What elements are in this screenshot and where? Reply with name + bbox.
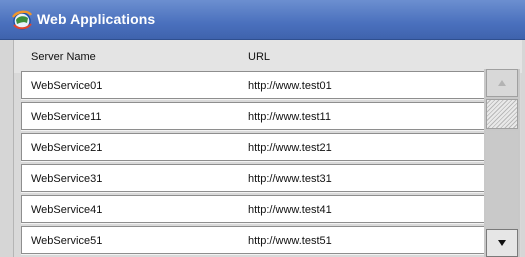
url-cell: http://www.test31: [248, 173, 332, 185]
scroll-track[interactable]: [486, 131, 518, 227]
table-row[interactable]: WebService31 http://www.test31: [21, 164, 487, 192]
table-header: Server Name URL: [14, 40, 522, 73]
web-applications-window: Web Applications Server Name URL WebServ…: [0, 0, 525, 257]
server-name-cell: WebService11: [31, 111, 102, 123]
server-name-cell: WebService51: [31, 235, 103, 247]
url-cell: http://www.test21: [248, 142, 332, 154]
table-row[interactable]: WebService51 http://www.test51: [21, 226, 487, 254]
scroll-down-button[interactable]: [486, 229, 518, 257]
chevron-down-icon: [498, 240, 506, 246]
server-list-panel: Server Name URL WebService01 http://www.…: [13, 40, 522, 257]
scroll-up-button[interactable]: [486, 69, 518, 97]
scroll-thumb[interactable]: [486, 99, 518, 129]
server-name-cell: WebService21: [31, 142, 103, 154]
column-header-url: URL: [248, 51, 271, 63]
url-cell: http://www.test51: [248, 235, 332, 247]
table-row[interactable]: WebService01 http://www.test01: [21, 71, 487, 99]
url-cell: http://www.test41: [248, 204, 332, 216]
title-bar: Web Applications: [0, 0, 525, 40]
server-name-cell: WebService41: [31, 204, 103, 216]
window-title: Web Applications: [37, 11, 156, 27]
table-row[interactable]: WebService11 http://www.test11: [21, 102, 487, 130]
url-cell: http://www.test01: [248, 80, 332, 92]
url-cell: http://www.test11: [248, 111, 331, 123]
vertical-scrollbar[interactable]: [484, 69, 520, 257]
chevron-up-icon: [498, 80, 506, 86]
server-name-cell: WebService01: [31, 80, 103, 92]
server-name-cell: WebService31: [31, 173, 103, 185]
table-row[interactable]: WebService21 http://www.test21: [21, 133, 487, 161]
table-row[interactable]: WebService41 http://www.test41: [21, 195, 487, 223]
web-applications-icon: [12, 10, 33, 30]
column-header-server-name: Server Name: [31, 51, 96, 63]
